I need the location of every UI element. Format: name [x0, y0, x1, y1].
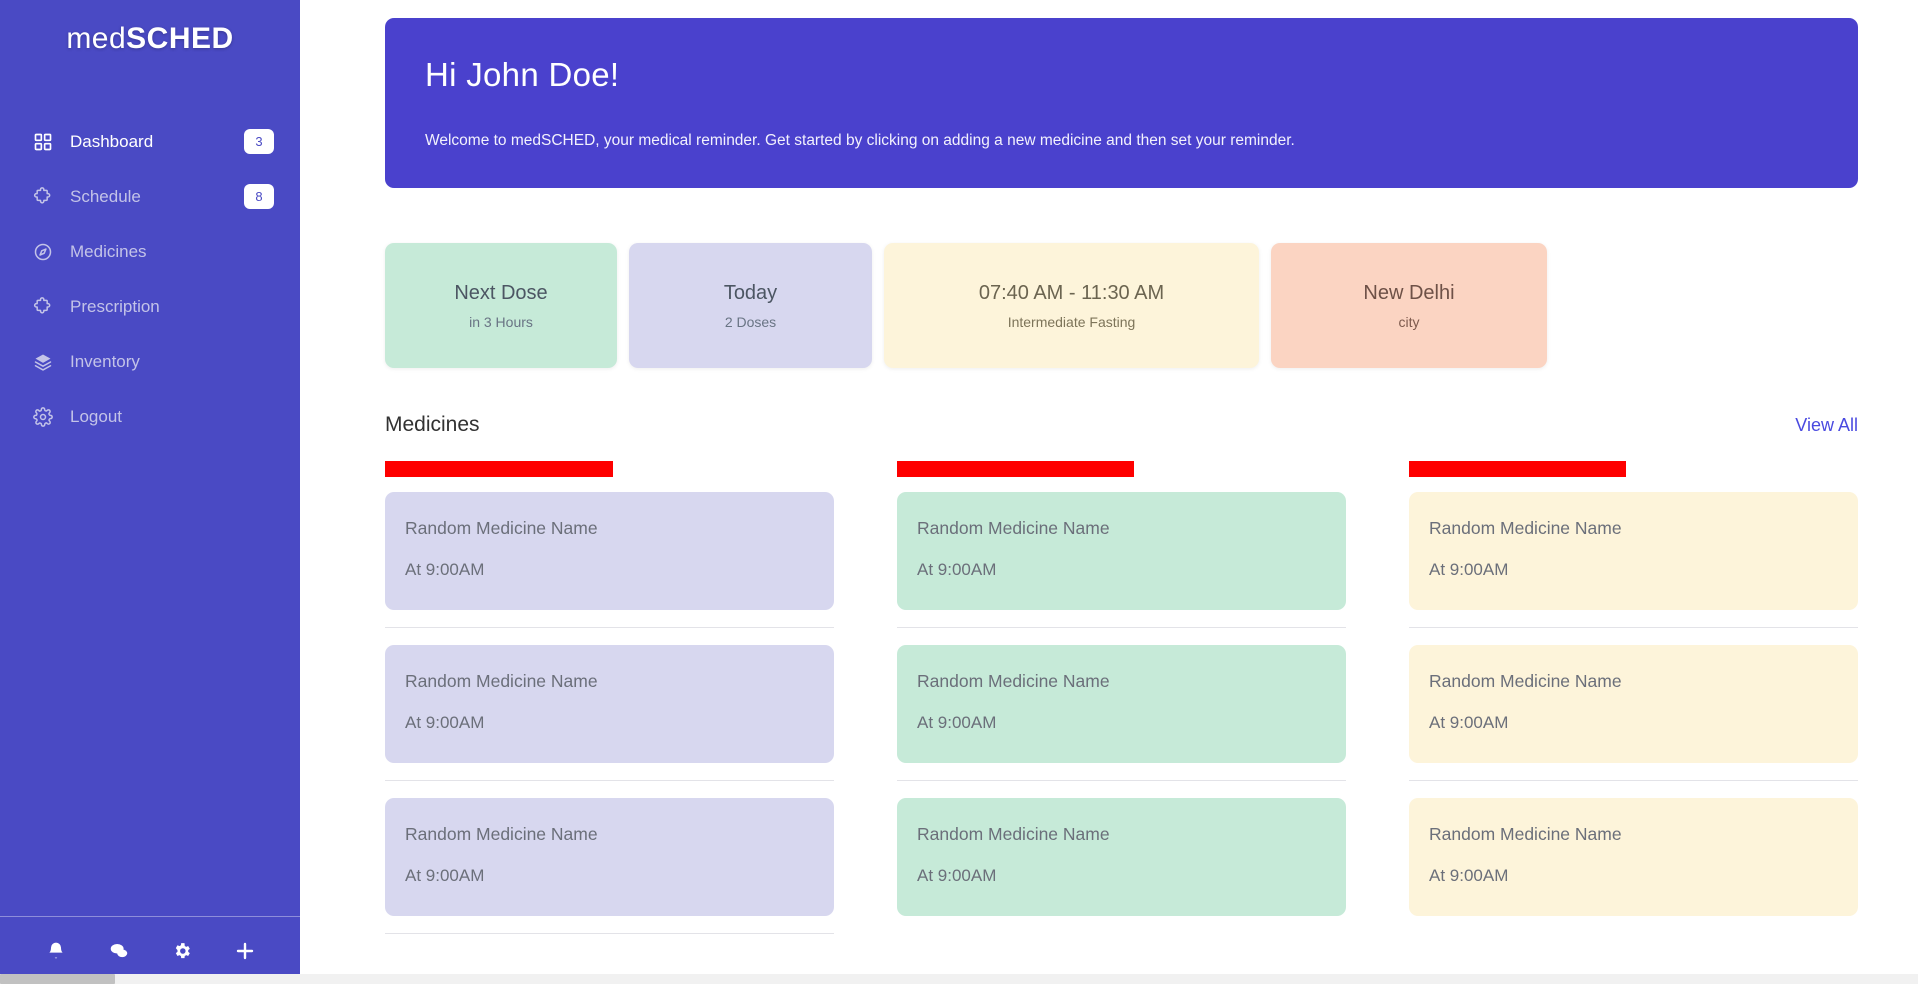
- medicine-card[interactable]: Random Medicine Name At 9:00AM: [897, 798, 1346, 916]
- page-title: Hi John Doe!: [425, 56, 620, 93]
- sidebar-badge-schedule: 8: [244, 184, 274, 209]
- medicine-time: At 9:00AM: [405, 713, 485, 732]
- medicine-time: At 9:00AM: [405, 866, 485, 885]
- column-accent-bar: [385, 461, 613, 477]
- stat-card-city[interactable]: New Delhi city: [1271, 243, 1547, 368]
- horizontal-scrollbar[interactable]: [0, 974, 1918, 984]
- medicine-time: At 9:00AM: [1429, 713, 1509, 732]
- app-root: medSCHED Dashboard 3 Schedule 8 Medicine…: [0, 0, 1918, 984]
- scrollbar-thumb[interactable]: [0, 974, 115, 984]
- welcome-message: Welcome to medSCHED, your medical remind…: [425, 132, 1295, 149]
- medicines-columns: Random Medicine Name At 9:00AM Random Me…: [385, 461, 1858, 951]
- medicine-card[interactable]: Random Medicine Name At 9:00AM: [1409, 492, 1858, 610]
- divider: [1409, 780, 1858, 781]
- medicines-header: Medicines View All: [385, 413, 1858, 437]
- gear-icon[interactable]: [167, 936, 197, 966]
- medicine-name: Random Medicine Name: [917, 518, 1110, 538]
- sidebar-badge-dashboard: 3: [244, 129, 274, 154]
- view-all-link[interactable]: View All: [1795, 415, 1858, 436]
- medicine-card[interactable]: Random Medicine Name At 9:00AM: [1409, 645, 1858, 763]
- medicines-heading: Medicines: [385, 413, 480, 436]
- sidebar-item-label: Inventory: [70, 351, 140, 371]
- logo-text-light: med: [66, 22, 127, 55]
- sidebar-item-label: Schedule: [70, 186, 141, 206]
- main-inner: Hi John Doe! Welcome to medSCHED, your m…: [300, 0, 1918, 951]
- medicine-name: Random Medicine Name: [405, 824, 598, 844]
- column-accent-bar: [1409, 461, 1626, 477]
- main-content: Hi John Doe! Welcome to medSCHED, your m…: [300, 0, 1918, 984]
- medicine-time: At 9:00AM: [1429, 560, 1509, 579]
- logo-text-bold: SCHED: [126, 22, 234, 55]
- stat-subtitle: Intermediate Fasting: [1007, 313, 1136, 330]
- stat-title: New Delhi: [1363, 281, 1455, 304]
- medicine-name: Random Medicine Name: [405, 671, 598, 691]
- stat-title: Today: [723, 281, 778, 304]
- puzzle-icon: [32, 186, 54, 208]
- sidebar-item-dashboard[interactable]: Dashboard 3: [0, 114, 300, 169]
- divider: [897, 780, 1346, 781]
- medicine-name: Random Medicine Name: [1429, 518, 1622, 538]
- divider: [897, 627, 1346, 628]
- stat-cards: Next Dose in 3 Hours Today 2 Doses 07:40…: [385, 243, 1858, 368]
- medicine-column: Random Medicine Name At 9:00AM Random Me…: [897, 461, 1346, 951]
- stat-card-today[interactable]: Today 2 Doses: [629, 243, 872, 368]
- medicine-time: At 9:00AM: [405, 560, 485, 579]
- medicine-time: At 9:00AM: [917, 713, 997, 732]
- column-accent-bar: [897, 461, 1134, 477]
- divider: [385, 627, 834, 628]
- medicine-time: At 9:00AM: [917, 866, 997, 885]
- app-logo[interactable]: medSCHED: [0, 0, 300, 56]
- sidebar-item-inventory[interactable]: Inventory: [0, 334, 300, 389]
- sidebar-item-label: Prescription: [70, 296, 160, 316]
- medicine-name: Random Medicine Name: [1429, 671, 1622, 691]
- sidebar: medSCHED Dashboard 3 Schedule 8 Medicine…: [0, 0, 300, 984]
- stat-card-fasting-window[interactable]: 07:40 AM - 11:30 AM Intermediate Fasting: [884, 243, 1259, 368]
- compass-icon: [32, 241, 54, 263]
- puzzle-icon: [32, 296, 54, 318]
- divider: [385, 780, 834, 781]
- stat-card-next-dose[interactable]: Next Dose in 3 Hours: [385, 243, 617, 368]
- sidebar-item-label: Medicines: [70, 241, 147, 261]
- medicine-card[interactable]: Random Medicine Name At 9:00AM: [385, 798, 834, 916]
- sidebar-item-medicines[interactable]: Medicines: [0, 224, 300, 279]
- medicine-time: At 9:00AM: [917, 560, 997, 579]
- stat-title: 07:40 AM - 11:30 AM: [978, 281, 1165, 304]
- layers-icon: [32, 351, 54, 373]
- sidebar-item-prescription[interactable]: Prescription: [0, 279, 300, 334]
- chat-icon[interactable]: [104, 936, 134, 966]
- medicine-card[interactable]: Random Medicine Name At 9:00AM: [897, 645, 1346, 763]
- medicine-card[interactable]: Random Medicine Name At 9:00AM: [897, 492, 1346, 610]
- welcome-banner: Hi John Doe! Welcome to medSCHED, your m…: [385, 18, 1858, 188]
- divider: [1409, 627, 1858, 628]
- medicine-card[interactable]: Random Medicine Name At 9:00AM: [1409, 798, 1858, 916]
- plus-icon[interactable]: [230, 936, 260, 966]
- sidebar-item-schedule[interactable]: Schedule 8: [0, 169, 300, 224]
- medicine-card[interactable]: Random Medicine Name At 9:00AM: [385, 492, 834, 610]
- stat-subtitle: city: [1398, 313, 1420, 330]
- medicine-name: Random Medicine Name: [405, 518, 598, 538]
- medicine-column: Random Medicine Name At 9:00AM Random Me…: [385, 461, 834, 951]
- sidebar-item-label: Dashboard: [70, 131, 154, 151]
- gear-icon: [32, 406, 54, 428]
- stat-title: Next Dose: [454, 281, 548, 304]
- medicine-name: Random Medicine Name: [1429, 824, 1622, 844]
- stat-subtitle: 2 Doses: [724, 313, 777, 330]
- medicine-column: Random Medicine Name At 9:00AM Random Me…: [1409, 461, 1858, 951]
- medicine-name: Random Medicine Name: [917, 824, 1110, 844]
- sidebar-item-logout[interactable]: Logout: [0, 389, 300, 444]
- divider: [385, 933, 834, 934]
- grid-icon: [32, 131, 54, 153]
- sidebar-nav: Dashboard 3 Schedule 8 Medicines Prescri…: [0, 114, 300, 916]
- medicine-name: Random Medicine Name: [917, 671, 1110, 691]
- bell-icon[interactable]: [41, 936, 71, 966]
- medicine-time: At 9:00AM: [1429, 866, 1509, 885]
- medicine-card[interactable]: Random Medicine Name At 9:00AM: [385, 645, 834, 763]
- sidebar-item-label: Logout: [70, 406, 122, 426]
- stat-subtitle: in 3 Hours: [469, 313, 533, 330]
